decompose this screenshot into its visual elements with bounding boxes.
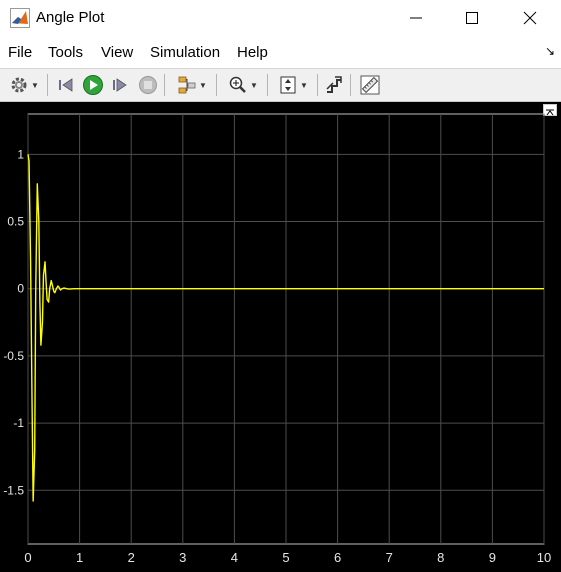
toolbar-separator	[216, 74, 217, 96]
x-tick-label: 6	[334, 550, 341, 565]
x-tick-label: 8	[437, 550, 444, 565]
x-tick-label: 7	[386, 550, 393, 565]
toolbar: ▼ ▼ ▼ ▼	[0, 68, 561, 102]
maximize-button[interactable]	[449, 0, 495, 36]
settings-button[interactable]: ▼	[4, 71, 44, 99]
y-tick-label: 0	[17, 282, 24, 296]
step-forward-icon	[113, 78, 127, 92]
chevron-down-icon: ▼	[199, 80, 207, 90]
chevron-down-icon: ▼	[250, 80, 258, 90]
gear-icon	[11, 77, 27, 93]
y-tick-label: -0.5	[3, 349, 24, 363]
close-icon	[523, 11, 537, 25]
angle-chart[interactable]: 0 1 2 3 4 5 6 7 8 9 10 1 0.5 0 -0.5 -1 -1.5	[0, 102, 561, 572]
x-tick-label: 3	[179, 550, 186, 565]
step-forward-button[interactable]	[108, 71, 132, 99]
style-button[interactable]	[322, 71, 346, 99]
step-back-icon	[59, 78, 73, 92]
run-button[interactable]	[81, 71, 105, 99]
x-tick-label: 4	[231, 550, 238, 565]
minimize-button[interactable]	[393, 0, 439, 36]
zoom-in-icon	[229, 76, 246, 93]
step-back-button[interactable]	[54, 71, 78, 99]
menu-file[interactable]: File	[8, 44, 32, 61]
signal-style-icon	[326, 76, 342, 93]
y-tick-label: -1.5	[3, 483, 24, 497]
toolbar-separator	[267, 74, 268, 96]
toolbar-separator	[164, 74, 165, 96]
menu-help[interactable]: Help	[237, 44, 268, 61]
title-bar: Angle Plot	[0, 0, 561, 36]
signal-hierarchy-icon	[178, 76, 196, 94]
y-tick-label: 1	[17, 147, 24, 161]
matlab-logo-icon	[10, 8, 30, 28]
dock-arrow-icon[interactable]: ↘	[545, 44, 555, 58]
toolbar-separator	[317, 74, 318, 96]
maximize-icon	[466, 12, 478, 24]
ruler-icon	[360, 75, 380, 95]
minimize-icon	[410, 17, 422, 19]
menu-simulation[interactable]: Simulation	[150, 44, 220, 61]
y-tick-label: 0.5	[7, 215, 24, 229]
zoom-button[interactable]: ▼	[223, 71, 263, 99]
x-tick-label: 5	[282, 550, 289, 565]
play-icon	[83, 75, 103, 95]
autoscale-icon	[280, 76, 296, 94]
measurements-button[interactable]	[357, 71, 383, 99]
stop-button[interactable]	[136, 71, 160, 99]
close-button[interactable]	[507, 0, 553, 36]
y-tick-label: -1	[13, 416, 24, 430]
x-tick-label: 9	[489, 550, 496, 565]
toolbar-separator	[350, 74, 351, 96]
autoscale-button[interactable]: ▼	[273, 71, 313, 99]
menu-tools[interactable]: Tools	[48, 44, 83, 61]
toolbar-separator	[47, 74, 48, 96]
window-title: Angle Plot	[36, 9, 105, 26]
stop-icon	[139, 76, 157, 94]
highlight-signal-button[interactable]: ▼	[172, 71, 212, 99]
x-tick-label: 10	[537, 550, 551, 565]
scope-plot-area[interactable]: 0 1 2 3 4 5 6 7 8 9 10 1 0.5 0 -0.5 -1 -1.5	[0, 102, 561, 572]
menu-bar: File Tools View Simulation Help ↘	[0, 38, 561, 66]
x-tick-label: 0	[24, 550, 31, 565]
menu-view[interactable]: View	[101, 44, 133, 61]
x-tick-label: 1	[76, 550, 83, 565]
chevron-down-icon: ▼	[31, 80, 39, 90]
x-tick-label: 2	[128, 550, 135, 565]
chevron-down-icon: ▼	[300, 80, 308, 90]
